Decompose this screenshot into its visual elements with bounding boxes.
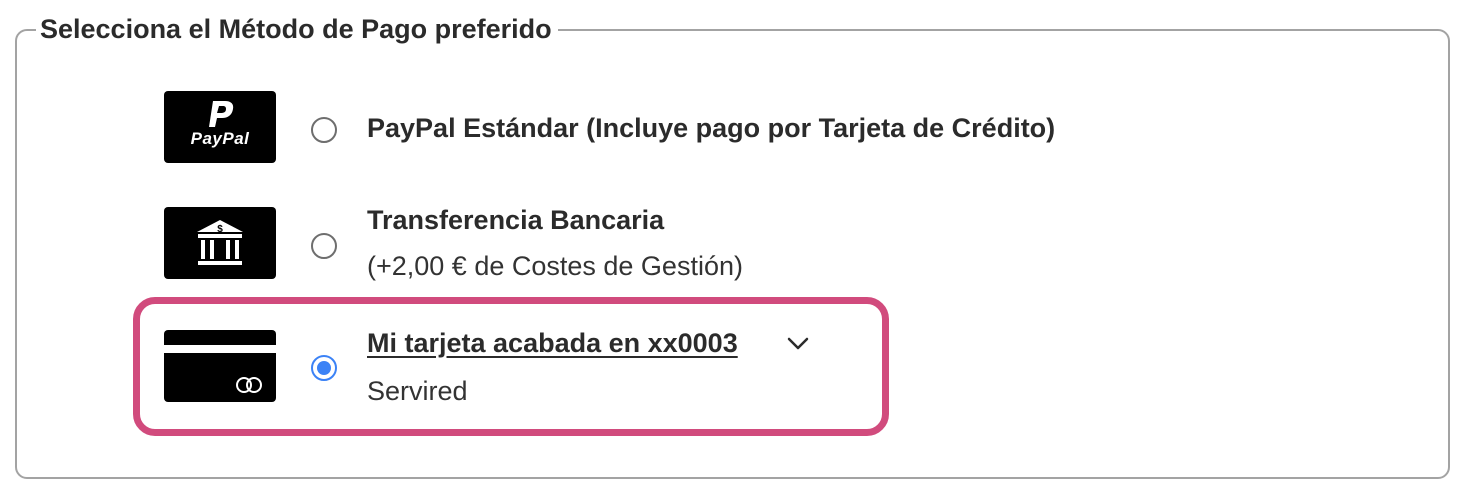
svg-text:$: $ — [217, 224, 223, 235]
paypal-method-label[interactable]: PayPal Estándar (Incluye pago por Tarjet… — [367, 110, 1055, 146]
radio-saved-card[interactable] — [311, 355, 337, 381]
radio-paypal[interactable] — [311, 117, 337, 143]
bank-transfer-fee: (+2,00 € de Costes de Gestión) — [367, 251, 743, 281]
chevron-down-icon[interactable] — [786, 333, 810, 353]
payment-method-legend: Selecciona el Método de Pago preferido — [36, 10, 558, 48]
paypal-p-icon — [209, 101, 234, 127]
radio-bank-transfer[interactable] — [311, 233, 337, 259]
bank-icon: $ — [164, 207, 276, 279]
paypal-logo-text: PayPal — [190, 129, 250, 148]
bank-transfer-label[interactable]: Transferencia Bancaria — [367, 202, 664, 238]
credit-card-icon — [164, 330, 276, 402]
saved-card-label[interactable]: Mi tarjeta acabada en xx0003 — [367, 325, 738, 361]
paypal-logo-icon: PayPal — [164, 91, 276, 163]
saved-card-provider: Servired — [367, 376, 468, 406]
